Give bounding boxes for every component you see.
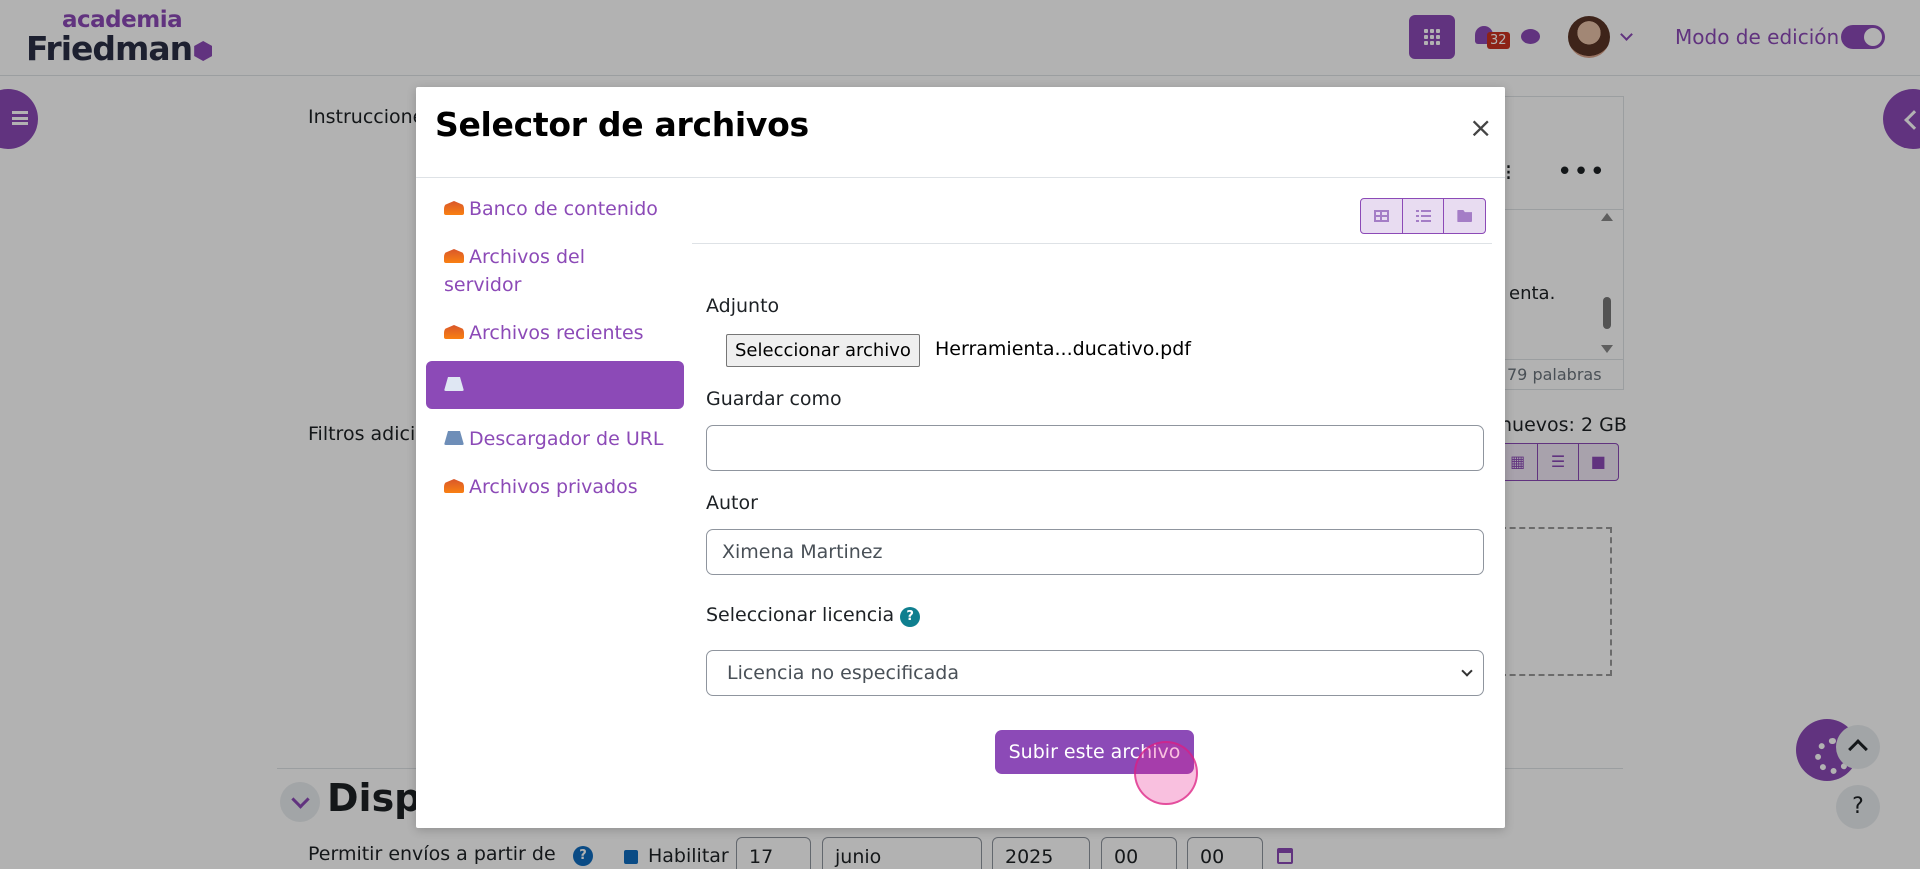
view-mode-group xyxy=(1360,198,1486,234)
modal-title: Selector de archivos xyxy=(435,105,809,144)
repo-recent-files[interactable]: Archivos recientes xyxy=(426,313,684,353)
moodle-icon xyxy=(444,479,464,493)
folder-view-button[interactable] xyxy=(1444,199,1485,233)
repo-private-files[interactable]: Archivos privados xyxy=(426,467,684,507)
author-label: Autor xyxy=(706,492,758,514)
attachment-label: Adjunto xyxy=(706,295,780,317)
folder-icon xyxy=(1457,210,1473,222)
repo-upload-file[interactable] xyxy=(426,361,684,409)
grid-icon xyxy=(1374,210,1389,222)
repo-server-files[interactable]: Archivos del servidor xyxy=(426,237,684,305)
license-value: Licencia no especificada xyxy=(727,662,959,684)
upload-icon xyxy=(444,377,464,391)
modal-header: Selector de archivos × xyxy=(416,87,1505,178)
click-indicator xyxy=(1134,741,1198,805)
repo-content-bank[interactable]: Banco de contenido xyxy=(426,189,684,229)
close-icon[interactable]: × xyxy=(1469,114,1492,142)
list-view-button[interactable] xyxy=(1403,199,1445,233)
author-input[interactable]: Ximena Martinez xyxy=(706,529,1484,575)
save-as-label: Guardar como xyxy=(706,388,842,410)
moodle-icon xyxy=(444,249,464,263)
save-as-input[interactable] xyxy=(706,425,1484,471)
help-icon[interactable]: ? xyxy=(900,607,921,627)
moodle-icon xyxy=(444,201,464,215)
license-label-row: Seleccionar licencia? xyxy=(706,604,921,627)
choose-file-button[interactable]: Seleccionar archivo xyxy=(726,334,920,367)
chevron-down-icon xyxy=(1461,665,1473,677)
repository-list: Banco de contenido Archivos del servidor… xyxy=(426,189,684,515)
file-picker-modal: Selector de archivos × Banco de contenid… xyxy=(416,87,1505,828)
list-icon xyxy=(1415,210,1431,222)
license-label: Seleccionar licencia xyxy=(706,604,895,626)
grid-view-button[interactable] xyxy=(1361,199,1403,233)
chosen-file-name: Herramienta...ducativo.pdf xyxy=(935,338,1191,360)
moodle-icon xyxy=(444,325,464,339)
repo-url-downloader[interactable]: Descargador de URL xyxy=(426,419,684,459)
license-select[interactable]: Licencia no especificada xyxy=(706,650,1484,696)
upload-icon xyxy=(444,431,464,445)
